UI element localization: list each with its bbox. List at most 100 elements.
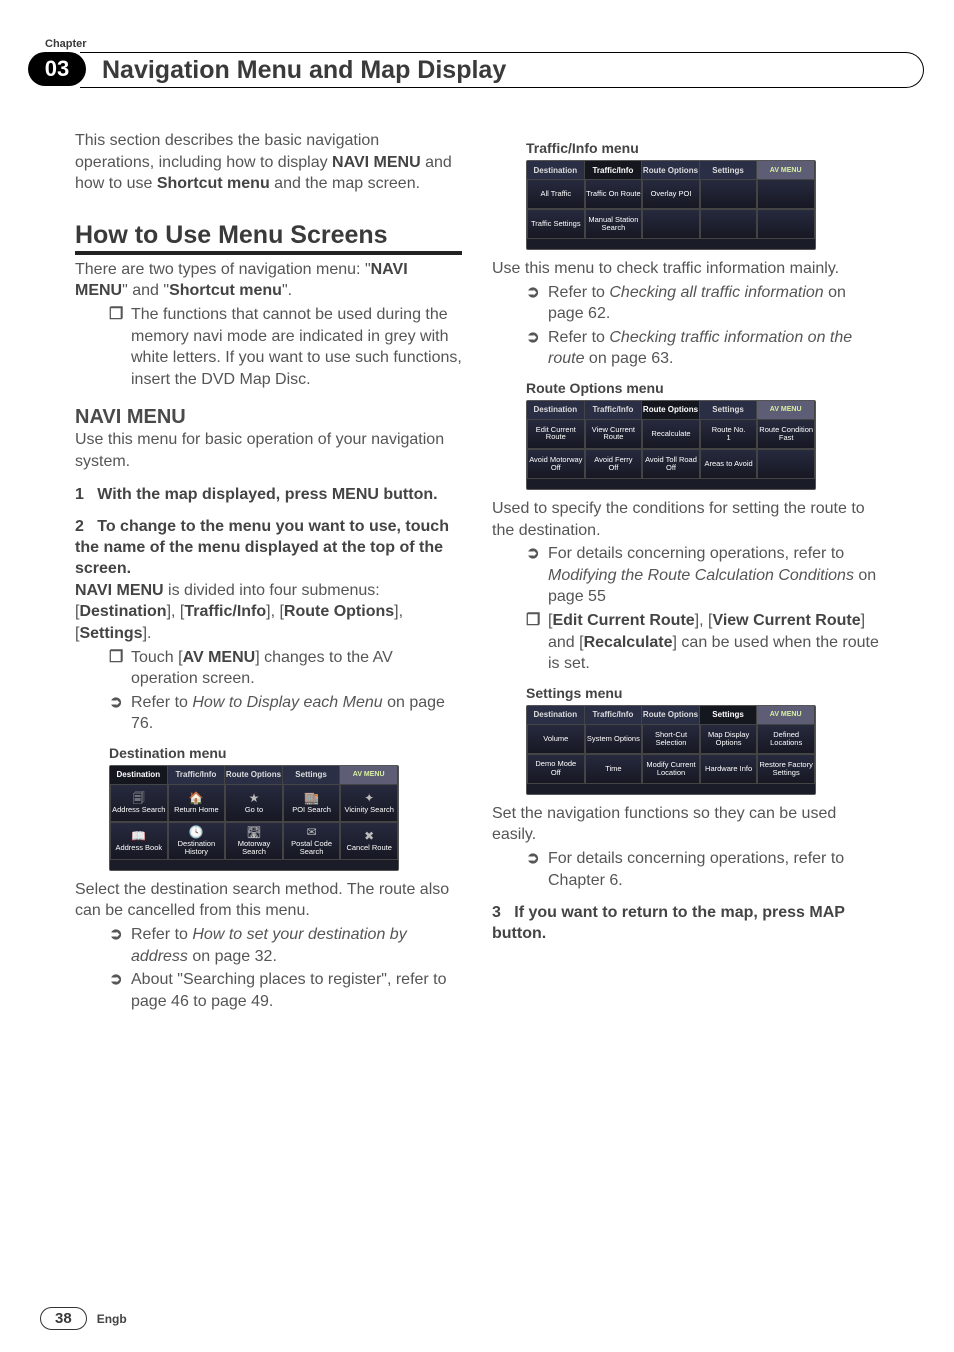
t: Return Home (174, 806, 219, 814)
square-bullet-icon: ❐ (109, 304, 123, 390)
t: There are two types of navigation menu: … (75, 261, 371, 278)
refer-set-dest: ➲ Refer to How to set your destination b… (109, 924, 462, 967)
bar (110, 860, 398, 870)
t: [Edit Current Route], [View Current Rout… (548, 610, 879, 675)
arrow-bullet-icon: ➲ (109, 969, 123, 1012)
chapter-header: Navigation Menu and Map Display (80, 52, 924, 88)
t: Destination History (169, 840, 225, 856)
t: Refer to How to Display each Menu on pag… (131, 692, 462, 735)
t: Checking all traffic information (609, 284, 823, 301)
motorway-icon: 🛣 (246, 826, 261, 839)
cell: View Current Route (585, 419, 643, 449)
star-icon: ★ (249, 792, 260, 805)
tab-route-options: Route Options (225, 766, 283, 784)
t: How to Display each Menu (192, 694, 382, 711)
step-num: 3 (492, 904, 501, 921)
tab-av-menu: AV MENU (757, 706, 815, 724)
cell (700, 209, 758, 239)
tab-av-menu: AV MENU (340, 766, 398, 784)
t: Avoid Ferry (594, 456, 632, 464)
cell: Restore Factory Settings (757, 754, 815, 784)
cell: 📖Address Book (110, 822, 168, 860)
note-text: The functions that cannot be used during… (131, 304, 462, 390)
step-text: With the map displayed, press MENU butto… (97, 486, 437, 503)
traffic-menu-caption: Traffic/Info menu (526, 140, 879, 156)
t: Go to (245, 806, 263, 814)
cell: Manual Station Search (585, 209, 643, 239)
t: Edit Current Route (528, 426, 584, 442)
bar (527, 479, 815, 489)
tab-traffic: Traffic/Info (585, 401, 643, 419)
route-desc: Used to specify the conditions for setti… (492, 498, 879, 541)
t: About "Searching places to register", re… (131, 969, 462, 1012)
settings-menu-screenshot: Destination Traffic/Info Route Options S… (526, 705, 816, 795)
t: View Current Route (586, 426, 642, 442)
tab-destination: Destination (110, 766, 168, 784)
t: Refer to Checking traffic information on… (548, 327, 879, 370)
t: Route Options (284, 603, 394, 620)
t: Refer to How to set your destination by … (131, 924, 462, 967)
t: Vicinity Search (344, 806, 393, 814)
t: " and " (122, 282, 169, 299)
cell: Avoid Toll RoadOff (642, 449, 700, 479)
traffic-menu-screenshot: Destination Traffic/Info Route Options S… (526, 160, 816, 250)
cell: ★Go to (225, 784, 283, 822)
chapter-title: Navigation Menu and Map Display (102, 56, 506, 85)
t: Off (608, 464, 618, 472)
t: Cancel Route (346, 844, 391, 852)
t: and the map screen. (270, 175, 420, 192)
t: Refer to Checking all traffic informatio… (548, 282, 879, 325)
cell: Traffic On Route (585, 179, 643, 209)
t: AV MENU (183, 649, 256, 666)
t: Route Condition (759, 426, 813, 434)
t: on page 32. (188, 948, 277, 965)
step-3: 3 If you want to return to the map, pres… (492, 903, 879, 945)
doc-icon: 🗐 (133, 792, 145, 805)
t: Recalculate (651, 430, 690, 438)
refer-chapter6: ➲ For details concerning operations, ref… (526, 848, 879, 891)
history-icon: 🕓 (189, 826, 204, 839)
t: ], [ (695, 612, 713, 629)
step-text: To change to the menu you want to use, t… (75, 518, 449, 577)
cell: Overlay POI (642, 179, 700, 209)
arrow-bullet-icon: ➲ (526, 327, 540, 370)
t: Shortcut menu (157, 175, 270, 192)
t: Refer to (548, 284, 609, 301)
t: Recalculate (584, 634, 673, 651)
page-content: This section describes the basic navigat… (75, 130, 879, 1282)
t: Address Search (112, 806, 165, 814)
left-column: This section describes the basic navigat… (75, 130, 462, 1282)
t: NAVI MENU (75, 582, 164, 599)
arrow-bullet-icon: ➲ (526, 282, 540, 325)
cell: Modify Current Location (642, 754, 700, 784)
t: Edit Current Route (552, 612, 694, 629)
postal-icon: ✉ (307, 826, 317, 839)
t: Route No. (712, 426, 746, 434)
tab-route-options: Route Options (642, 161, 700, 179)
route-options-screenshot: Destination Traffic/Info Route Options S… (526, 400, 816, 490)
t: Demo Mode (535, 760, 576, 768)
t: Touch [ (131, 649, 183, 666)
settings-menu-caption: Settings menu (526, 685, 879, 701)
cell: Hardware Info (700, 754, 758, 784)
tab-settings: Settings (700, 706, 758, 724)
right-column: Traffic/Info menu Destination Traffic/In… (492, 130, 879, 1282)
cell: All Traffic (527, 179, 585, 209)
t: ". (282, 282, 292, 299)
t: ]. (143, 625, 152, 642)
t: Settings (79, 625, 142, 642)
cell: Volume (527, 724, 585, 754)
t: Traffic/Info (184, 603, 266, 620)
submenu-list: NAVI MENU is divided into four submenus:… (75, 580, 462, 645)
destination-menu-caption: Destination menu (109, 745, 462, 761)
cell: Map Display Options (700, 724, 758, 754)
cell: 🕓Destination History (168, 822, 226, 860)
step-2: 2 To change to the menu you want to use,… (75, 517, 462, 579)
t: ], [ (266, 603, 284, 620)
cancel-icon: ✖ (364, 830, 374, 843)
t: Refer to (131, 926, 192, 943)
cell: Avoid FerryOff (585, 449, 643, 479)
t: Off (551, 769, 561, 777)
edit-route-note: ❐ [Edit Current Route], [View Current Ro… (526, 610, 879, 675)
home-icon: 🏠 (189, 792, 204, 805)
